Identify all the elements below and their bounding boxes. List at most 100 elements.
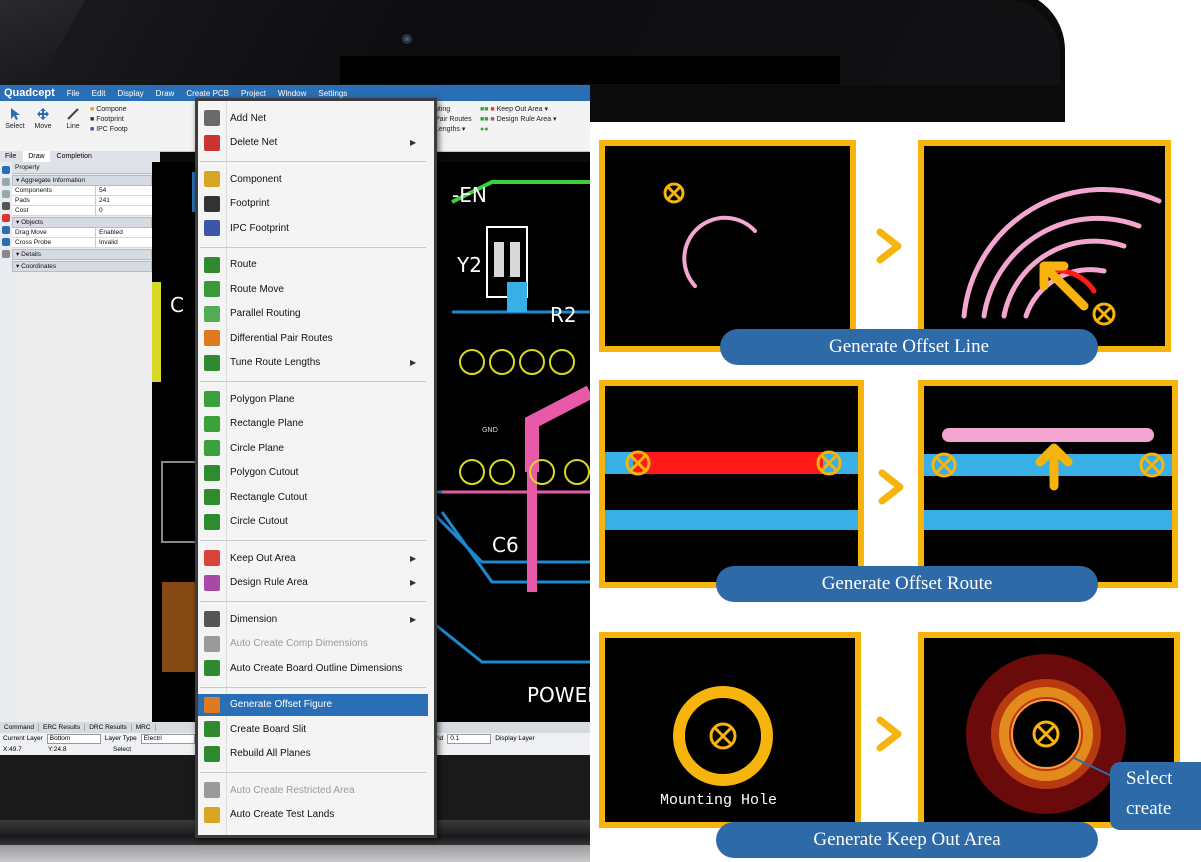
app-brand: Quadcept [4,87,55,99]
menu-item-auto-create-test-lands[interactable]: Auto Create Test Lands [198,804,428,826]
tab-command[interactable]: Command [0,724,39,731]
ribbon-pair-routes[interactable]: Pair Routes [435,115,480,125]
submenu-arrow-icon: ▶ [410,578,417,587]
menu-window[interactable]: Window [272,89,312,98]
menu-display[interactable]: Display [111,89,149,98]
menu-item-circle-cutout[interactable]: Circle Cutout [198,511,428,533]
dimension-icon [204,611,220,627]
toolbar-icon[interactable] [2,190,10,198]
menu-item-dimension[interactable]: Dimension ▶ [198,608,428,630]
ribbon-component[interactable]: ■ Compone [90,105,150,115]
menu-item-label: Create Board Slit [230,723,307,735]
offset-line-after-frame [918,140,1171,352]
property-value: 54 [99,187,107,194]
toolbar-icon[interactable] [2,178,10,186]
coordinates-label: Coordinates [21,263,57,270]
keepout-small-icon: ■ [490,106,495,113]
menu-item-tune-route-lengths[interactable]: Tune Route Lengths ▶ [198,352,428,374]
ribbon-routing[interactable]: uting [435,105,480,115]
menu-item-circle-plane[interactable]: Circle Plane [198,437,428,459]
toolbar-icon[interactable] [2,202,10,210]
tab-drc-results[interactable]: DRC Results [85,724,132,731]
cross-probe-select[interactable]: Invalid [96,238,139,247]
pcb-label-power: POWER [527,683,590,707]
line-button[interactable]: Line [62,107,84,130]
layer-type-label: Layer Type [104,735,137,742]
menu-file[interactable]: File [61,89,86,98]
coordinates-section[interactable]: ▾ Coordinates [12,261,152,272]
menu-item-footprint[interactable]: Footprint [198,193,428,215]
menu-item-label: Auto Create Test Lands [230,809,335,820]
toolbar-icon[interactable] [2,238,10,246]
toolbar-icon[interactable] [2,214,10,222]
menu-item-label: Keep Out Area [230,552,296,564]
ribbon-keep-out[interactable]: ■■ ■ Keep Out Area ▾ [480,105,590,115]
tab-draw[interactable]: Draw [23,151,50,162]
component-small-icon: ■ [90,106,95,113]
move-button[interactable]: Move [32,107,54,130]
menu-item-route-move[interactable]: Route Move [198,278,428,300]
tab-completion[interactable]: Completion [52,151,97,162]
tab-erc-results[interactable]: ERC Results [39,724,86,731]
ribbon-lengths[interactable]: Lengths ▾ [435,125,480,135]
menu-item-rectangle-plane[interactable]: Rectangle Plane [198,413,428,435]
menu-item-route[interactable]: Route [198,254,428,276]
ipc-footprint-icon [204,220,220,236]
tab-file[interactable]: File [0,151,21,162]
current-layer-select[interactable]: Bottom [46,733,101,744]
ribbon-design-rule[interactable]: ■■ ■ Design Rule Area ▾ [480,115,590,125]
menu-item-auto-create-board-outline-dimensions[interactable]: Auto Create Board Outline Dimensions [198,657,428,679]
keep-out-area-icon [204,550,220,566]
menu-item-delete-net[interactable]: Delete Net ▶ [198,132,428,154]
caption-offset-route: Generate Offset Route [716,566,1098,602]
select-button[interactable]: Select [4,107,26,130]
menu-create-pcb[interactable]: Create PCB [180,89,235,98]
menu-separator [200,246,426,248]
menu-item-polygon-cutout[interactable]: Polygon Cutout [198,462,428,484]
grid-select[interactable]: 0.1 [447,733,492,744]
move-icon [36,107,50,121]
property-row: Components 54 [12,186,152,196]
pcb-label-y2: Y2 [456,253,482,277]
menu-item-create-board-slit[interactable]: Create Board Slit [198,718,428,740]
menu-edit[interactable]: Edit [86,89,112,98]
menu-item-rebuild-all-planes[interactable]: Rebuild All Planes [198,743,428,765]
callout-line-2: create [1126,798,1172,819]
menu-item-parallel-routing[interactable]: Parallel Routing [198,303,428,325]
line-icon [66,107,80,121]
menu-item-ipc-footprint[interactable]: IPC Footprint [198,217,428,239]
toolbar-icon[interactable] [2,250,10,258]
details-section[interactable]: ▾ Details [12,249,152,260]
menu-item-label: Route [230,259,257,270]
design-rule-area-icon [204,574,220,591]
polygon-plane-icon [204,391,220,407]
menu-item-polygon-plane[interactable]: Polygon Plane [198,388,428,410]
menu-item-add-net[interactable]: Add Net [198,107,428,129]
objects-section[interactable]: ▾ Objects [12,217,152,228]
menu-project[interactable]: Project [235,89,272,98]
menu-item-component[interactable]: Component [198,168,428,190]
mode-status: Select [113,746,132,753]
tab-mrc[interactable]: MRC [132,724,156,731]
menu-settings[interactable]: Settings [312,89,353,98]
menu-item-generate-offset-figure[interactable]: Generate Offset Figure [198,693,428,716]
ribbon-footprint[interactable]: ■ Footprint [90,115,150,125]
pcb-label-c: C [170,293,184,317]
aggregate-section[interactable]: ▾ Aggregate Information [12,175,152,186]
menu-item-design-rule-area[interactable]: Design Rule Area ▶ [198,572,428,594]
auto-restricted-area-icon [204,782,220,798]
ribbon-ipc-footprint[interactable]: ■ IPC Footp [90,125,150,135]
menu-draw[interactable]: Draw [150,89,181,98]
arrow-right-icon [876,716,902,752]
menu-item-label: Generate Offset Figure [230,699,333,710]
drag-move-select[interactable]: Enabled [96,228,139,237]
toolbar-icon[interactable] [2,166,10,174]
delete-net-icon [204,134,220,151]
layer-type-select[interactable]: Electri [140,733,195,744]
menu-item-keep-out-area[interactable]: Keep Out Area ▶ [198,547,428,569]
menu-item-rectangle-cutout[interactable]: Rectangle Cutout [198,486,428,508]
toolbar-icon[interactable] [2,226,10,234]
menu-item-differential-pair-routes[interactable]: Differential Pair Routes [198,327,428,349]
plane2-small-icon: ■■ [480,116,489,123]
current-layer-label: Current Layer [3,735,43,742]
